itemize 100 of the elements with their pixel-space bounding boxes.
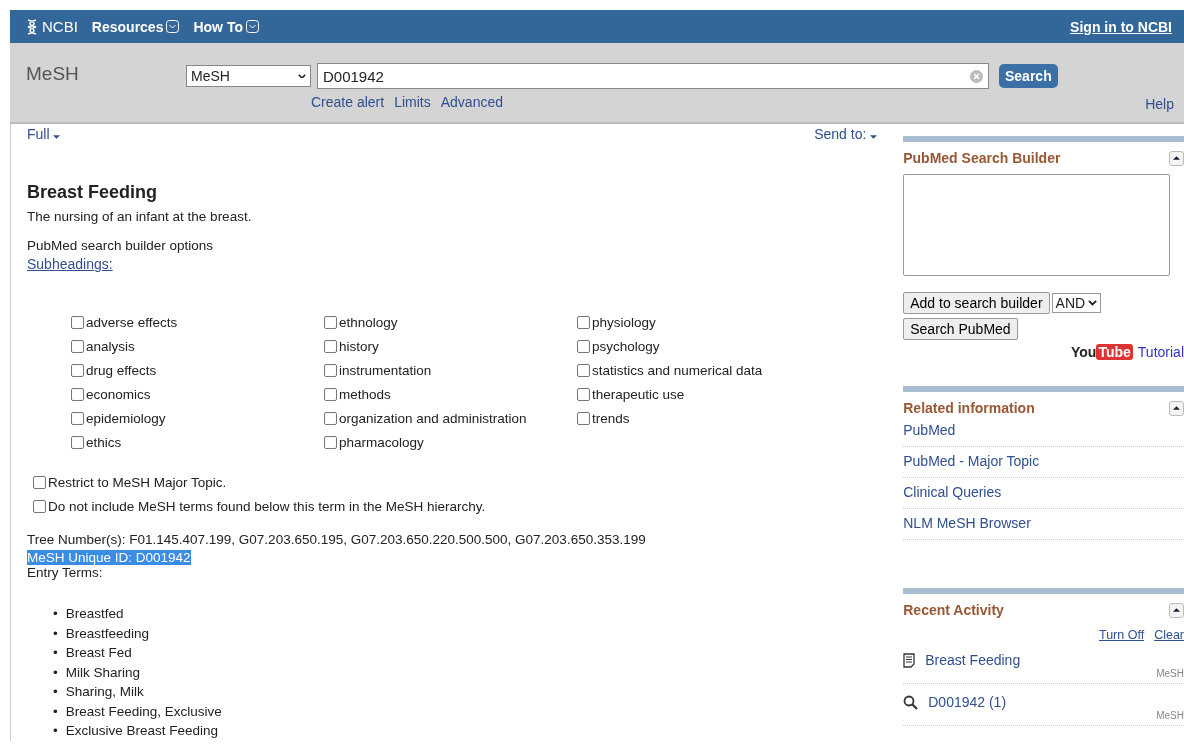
document-icon <box>903 652 916 668</box>
related-link[interactable]: Clinical Queries <box>903 478 1184 509</box>
entry-term: Exclusive Breast Feeding <box>65 722 219 740</box>
helix-icon <box>26 17 38 36</box>
bullet: • <box>53 644 58 662</box>
tree-numbers-text: Tree Number(s): F01.145.407.199, G07.203.650.195, G07.203.650.220.500.500, G07.203.650.353.199 <box>27 532 647 547</box>
subheading-label: ethics <box>86 434 122 450</box>
entry-term: Sharing, Milk <box>65 683 144 701</box>
subheading-label: history <box>339 338 379 354</box>
related-link[interactable]: PubMed <box>903 416 1184 447</box>
subheading-label: pharmacology <box>339 434 424 450</box>
subheading-label: methods <box>339 386 391 402</box>
bullet: • <box>53 722 58 740</box>
collapse-button[interactable] <box>1169 602 1184 618</box>
search-link[interactable]: Advanced <box>440 94 503 110</box>
checkbox[interactable] <box>577 339 590 353</box>
checkbox[interactable] <box>33 475 46 489</box>
definition-text: The nursing of an infant at the breast. <box>27 209 253 224</box>
checkbox[interactable] <box>71 339 84 353</box>
activity-action-link[interactable]: Turn Off <box>1098 628 1145 642</box>
send-to-link[interactable]: Send to: <box>814 126 878 142</box>
checkbox[interactable] <box>324 315 337 329</box>
search-link[interactable]: Create alert <box>311 94 385 110</box>
entry-term: Breastfeeding <box>65 624 150 643</box>
subheading-label: psychology <box>592 338 660 354</box>
menu-item[interactable]: How To <box>193 18 259 35</box>
panel-title: Related information <box>903 400 1035 416</box>
activity-action-link[interactable]: Clear <box>1154 628 1184 642</box>
dropdown-icon <box>166 20 180 33</box>
tutorial-link[interactable]: Tutorial <box>1137 344 1184 360</box>
subheading-label: drug effects <box>86 362 157 378</box>
entry-term: Breast Feeding, Exclusive <box>65 702 222 721</box>
checkbox[interactable] <box>324 435 337 449</box>
checkbox[interactable] <box>324 411 337 425</box>
menu-item[interactable]: Resources <box>91 18 180 35</box>
help-link[interactable]: Help <box>1145 96 1174 112</box>
panel-title: Recent Activity <box>903 602 1004 618</box>
collapse-button[interactable] <box>1169 150 1184 166</box>
bullet: • <box>53 683 58 701</box>
bullet: • <box>53 702 58 721</box>
checkbox[interactable] <box>577 387 590 401</box>
collapse-icon <box>1173 406 1180 410</box>
recent-item-link[interactable]: Breast Feeding <box>925 652 1021 668</box>
subheading-label: physiology <box>592 314 656 330</box>
operator-select[interactable]: AND <box>1051 293 1102 313</box>
subheading-label: instrumentation <box>339 362 432 378</box>
checkbox[interactable] <box>577 315 590 329</box>
collapse-icon <box>1173 608 1180 612</box>
recent-item-link[interactable]: D001942 (1) <box>928 694 1007 710</box>
subheading-label: ethnology <box>339 314 398 330</box>
display-format-link[interactable]: Full <box>27 126 61 142</box>
caret-icon <box>53 135 61 139</box>
panel-title: PubMed Search Builder <box>903 150 1061 166</box>
collapse-button[interactable] <box>1169 400 1184 416</box>
database-tag: MeSH <box>903 668 1184 679</box>
checkbox[interactable] <box>71 363 84 377</box>
checkbox[interactable] <box>71 387 84 401</box>
related-link[interactable]: PubMed - Major Topic <box>903 447 1184 478</box>
option-label: Restrict to MeSH Major Topic. <box>48 474 227 490</box>
caret-icon <box>870 135 878 139</box>
checkbox[interactable] <box>71 315 84 329</box>
search-button[interactable]: Search <box>999 64 1058 88</box>
entry-terms-label: Entry Terms: <box>27 565 104 580</box>
sign-in-link[interactable]: Sign in to NCBI <box>1070 18 1172 35</box>
checkbox[interactable] <box>324 387 337 401</box>
checkbox[interactable] <box>324 363 337 377</box>
option-label: Do not include MeSH terms found below this term in the MeSH hierarchy. <box>48 498 486 514</box>
checkbox[interactable] <box>577 363 590 377</box>
caret-icon <box>298 73 306 79</box>
unique-id-text: MeSH Unique ID: D001942 <box>27 550 191 565</box>
search-link[interactable]: Limits <box>394 94 431 110</box>
entry-term: Breastfed <box>65 605 124 623</box>
add-to-builder-button[interactable]: Add to search builder <box>903 292 1050 314</box>
subheading-label: statistics and numerical data <box>592 362 763 378</box>
database-tag: MeSH <box>903 710 1184 721</box>
ncbi-logo[interactable]: NCBI <box>26 17 78 36</box>
subheading-label: epidemiology <box>86 410 166 426</box>
checkbox[interactable] <box>71 411 84 425</box>
checkbox[interactable] <box>71 435 84 449</box>
subheading-label: organization and administration <box>339 410 527 426</box>
checkbox[interactable] <box>577 411 590 425</box>
database-select[interactable]: MeSH <box>186 65 311 87</box>
subheadings-link[interactable]: Subheadings: <box>27 256 113 272</box>
term-title: Breast Feeding <box>27 182 159 203</box>
builder-options-label: PubMed search builder options <box>27 238 215 253</box>
bullet: • <box>53 624 58 643</box>
caret-icon <box>1088 300 1098 306</box>
entry-term: Breast Fed <box>65 644 132 662</box>
subheading-label: therapeutic use <box>592 386 685 402</box>
subheading-label: trends <box>592 410 630 426</box>
search-icon <box>903 694 919 710</box>
checkbox[interactable] <box>33 499 46 513</box>
subheading-label: economics <box>86 386 151 402</box>
search-pubmed-button[interactable]: Search PubMed <box>903 318 1018 340</box>
search-field[interactable]: D001942 <box>317 63 989 89</box>
collapse-icon <box>1173 156 1180 160</box>
entry-term: Milk Sharing <box>65 663 140 682</box>
checkbox[interactable] <box>324 339 337 353</box>
related-link[interactable]: NLM MeSH Browser <box>903 509 1184 540</box>
search-builder-field[interactable] <box>903 174 1170 276</box>
